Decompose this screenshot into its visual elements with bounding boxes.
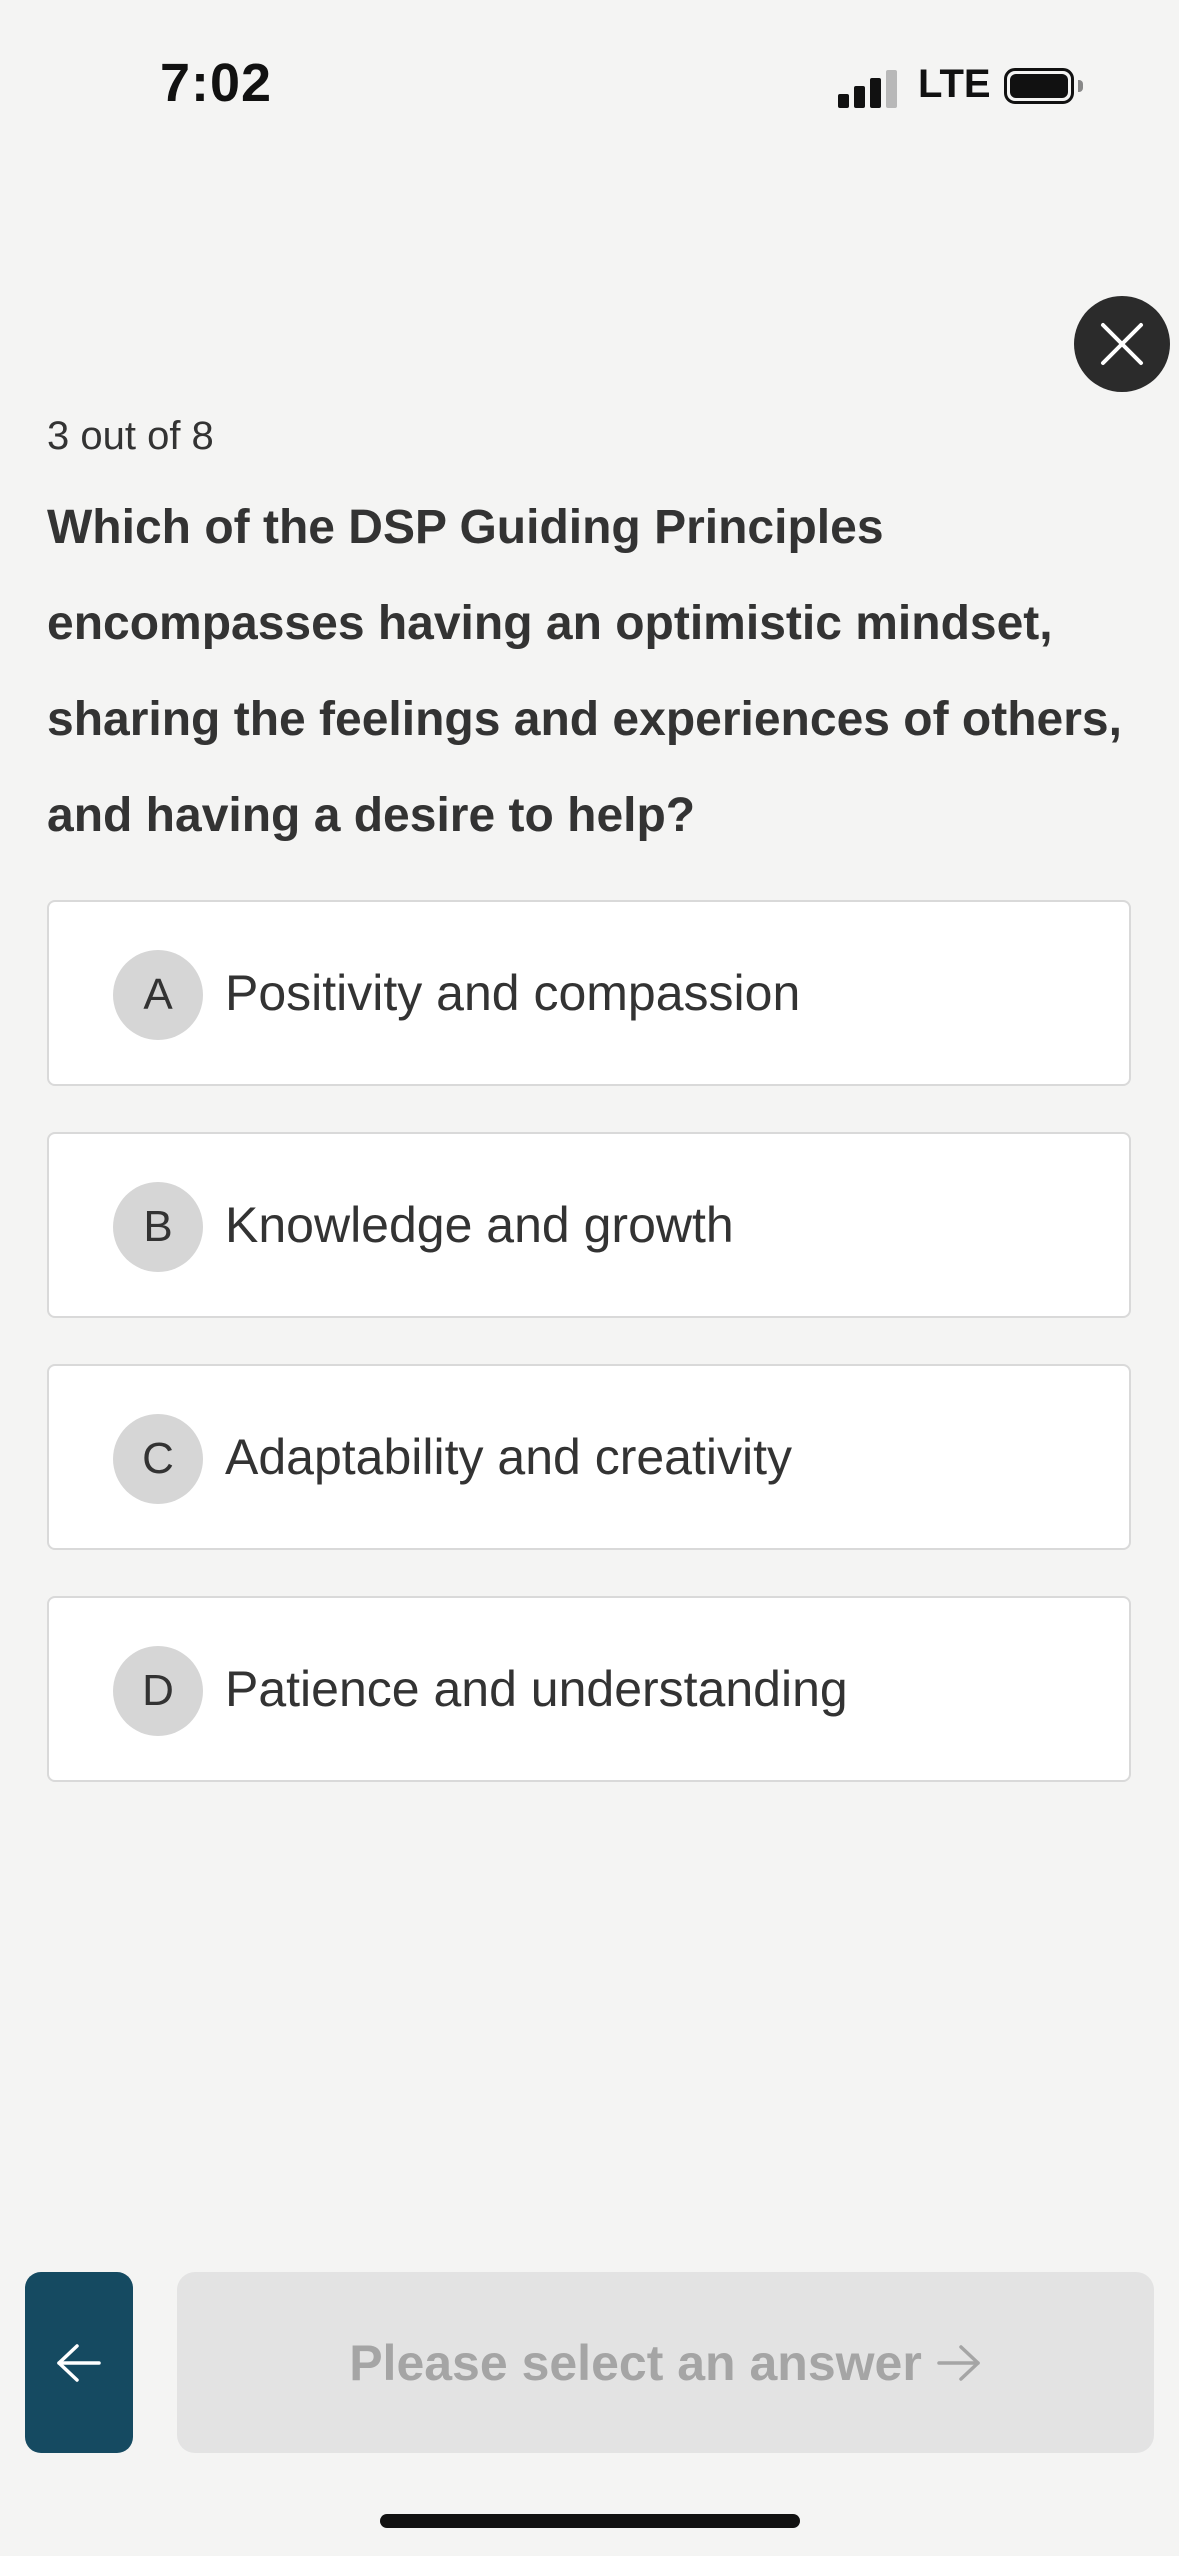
option-text: Patience and understanding	[225, 1661, 848, 1717]
option-text: Positivity and compassion	[225, 965, 801, 1021]
answer-options: A Positivity and compassion B Knowledge …	[47, 900, 1131, 1828]
cellular-signal-icon	[838, 68, 898, 108]
option-letter-badge: C	[113, 1414, 203, 1504]
option-text: Adaptability and creativity	[225, 1429, 792, 1485]
next-button[interactable]: Please select an answer	[177, 2272, 1154, 2453]
close-icon	[1101, 323, 1143, 365]
home-indicator[interactable]	[380, 2514, 800, 2528]
arrow-left-icon	[57, 2343, 101, 2382]
back-button[interactable]	[25, 2272, 133, 2453]
arrow-right-icon	[937, 2344, 980, 2381]
answer-option-a[interactable]: A Positivity and compassion	[47, 900, 1131, 1086]
question-progress: 3 out of 8	[47, 414, 214, 458]
option-letter-badge: A	[113, 950, 203, 1040]
battery-icon	[1004, 68, 1083, 104]
network-type: LTE	[918, 62, 991, 106]
option-text: Knowledge and growth	[225, 1197, 734, 1253]
status-bar: 7:02 LTE	[0, 0, 1179, 170]
close-button[interactable]	[1074, 296, 1170, 392]
answer-option-b[interactable]: B Knowledge and growth	[47, 1132, 1131, 1318]
answer-option-d[interactable]: D Patience and understanding	[47, 1596, 1131, 1782]
answer-option-c[interactable]: C Adaptability and creativity	[47, 1364, 1131, 1550]
option-letter-badge: D	[113, 1646, 203, 1736]
option-letter-badge: B	[113, 1182, 203, 1272]
next-button-label: Please select an answer	[349, 2334, 922, 2391]
question-text: Which of the DSP Guiding Principles enco…	[47, 501, 1122, 842]
status-time: 7:02	[160, 53, 273, 113]
